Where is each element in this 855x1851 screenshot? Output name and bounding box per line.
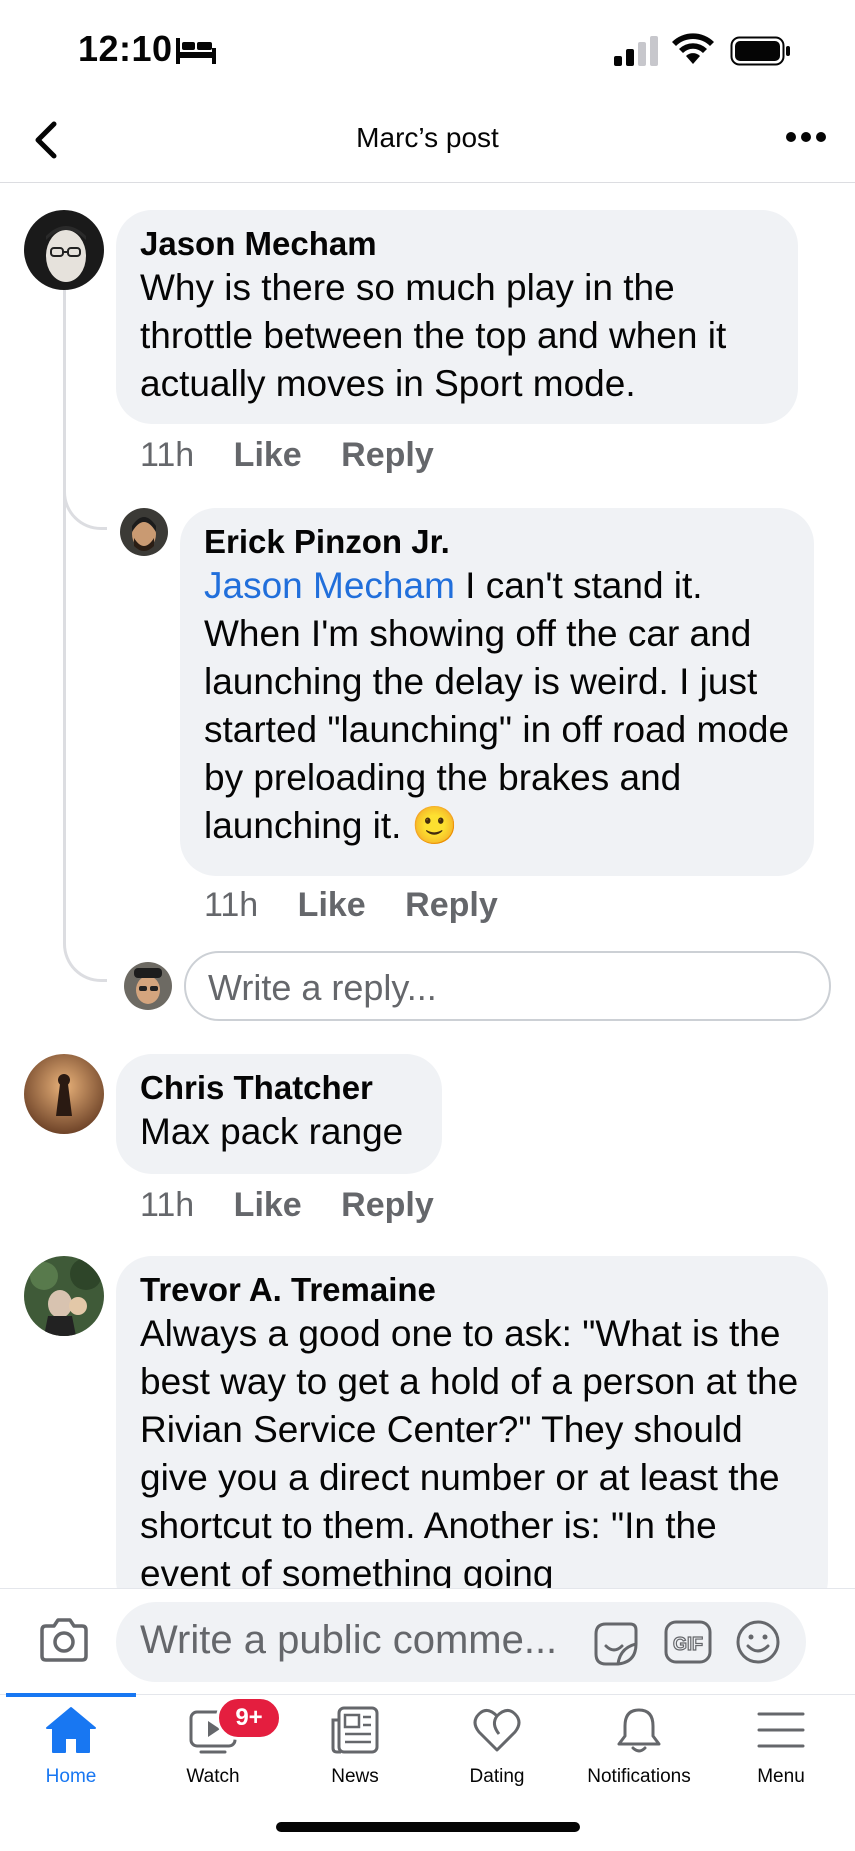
bed-icon bbox=[176, 38, 216, 64]
comment-body: I can't stand it. When I'm showing off t… bbox=[204, 565, 790, 846]
avatar[interactable] bbox=[120, 508, 168, 556]
reply-button[interactable]: Reply bbox=[341, 436, 434, 474]
comment-time: 11h bbox=[140, 436, 195, 474]
battery-icon bbox=[730, 36, 790, 66]
tab-notifications[interactable]: Notifications bbox=[568, 1704, 710, 1788]
tab-home[interactable]: Home bbox=[0, 1704, 142, 1788]
menu-icon bbox=[757, 1712, 805, 1748]
comment-author[interactable]: Chris Thatcher bbox=[140, 1068, 418, 1108]
comment-text: Always a good one to ask: "What is the b… bbox=[140, 1313, 799, 1594]
gif-icon[interactable]: GIF bbox=[664, 1620, 712, 1664]
notification-badge: 9+ bbox=[216, 1696, 282, 1740]
like-button[interactable]: Like bbox=[298, 886, 366, 924]
reply-button[interactable]: Reply bbox=[341, 1186, 434, 1224]
cellular-signal-icon bbox=[614, 36, 658, 66]
home-icon bbox=[46, 1707, 96, 1753]
page-title: Marc’s post bbox=[356, 122, 499, 153]
current-user-avatar bbox=[124, 962, 172, 1010]
comment-author[interactable]: Erick Pinzon Jr. bbox=[204, 522, 790, 562]
mention-link[interactable]: Jason Mecham bbox=[204, 565, 455, 606]
comment-actions: 11h Like Reply bbox=[140, 436, 464, 475]
comment-text: Max pack range bbox=[140, 1111, 404, 1152]
comment-bubble: Erick Pinzon Jr. Jason Mecham I can't st… bbox=[180, 508, 814, 876]
reply-input[interactable]: Write a reply... bbox=[184, 951, 831, 1021]
home-indicator bbox=[276, 1822, 580, 1832]
comment-text: Jason Mecham I can't stand it. When I'm … bbox=[204, 562, 790, 850]
tab-label: Watch bbox=[186, 1766, 240, 1787]
comment-bubble: Chris Thatcher Max pack range bbox=[116, 1054, 442, 1174]
comment-time: 11h bbox=[204, 886, 259, 924]
like-button[interactable]: Like bbox=[234, 1186, 302, 1224]
emoji-icon[interactable] bbox=[734, 1618, 782, 1666]
active-tab-indicator bbox=[6, 1693, 136, 1697]
wifi-icon bbox=[672, 33, 714, 64]
status-time: 12:10 bbox=[78, 28, 173, 69]
tab-label: News bbox=[331, 1766, 379, 1787]
news-icon bbox=[331, 1706, 379, 1754]
comment-actions: 11h Like Reply bbox=[140, 1186, 464, 1225]
dating-icon bbox=[473, 1709, 521, 1752]
avatar[interactable] bbox=[24, 1256, 104, 1336]
like-button[interactable]: Like bbox=[234, 436, 302, 474]
reply-button[interactable]: Reply bbox=[405, 886, 498, 924]
more-options-icon[interactable] bbox=[784, 122, 828, 152]
comment-author[interactable]: Jason Mecham bbox=[140, 224, 774, 264]
svg-text:GIF: GIF bbox=[673, 1634, 703, 1654]
comment-author[interactable]: Trevor A. Tremaine bbox=[140, 1270, 804, 1310]
thread-line bbox=[63, 290, 107, 982]
comment-text: Why is there so much play in the throttl… bbox=[140, 267, 727, 404]
sticker-icon[interactable] bbox=[590, 1618, 640, 1668]
comment-actions: 11h Like Reply bbox=[204, 886, 528, 925]
comment-bubble: Trevor A. Tremaine Always a good one to … bbox=[116, 1256, 828, 1616]
comment-time: 11h bbox=[140, 1186, 195, 1224]
comment-bubble: Jason Mecham Why is there so much play i… bbox=[116, 210, 798, 424]
avatar[interactable] bbox=[24, 210, 104, 290]
tab-label: Home bbox=[45, 1766, 97, 1787]
camera-icon[interactable] bbox=[38, 1616, 90, 1664]
avatar[interactable] bbox=[24, 1054, 104, 1134]
tab-label: Dating bbox=[469, 1766, 525, 1787]
tab-news[interactable]: News bbox=[284, 1704, 426, 1788]
bell-icon bbox=[617, 1708, 661, 1753]
tab-label: Menu bbox=[757, 1766, 805, 1787]
tab-dating[interactable]: Dating bbox=[426, 1704, 568, 1788]
tab-menu[interactable]: Menu bbox=[710, 1704, 852, 1788]
tab-label: Notifications bbox=[587, 1766, 691, 1787]
